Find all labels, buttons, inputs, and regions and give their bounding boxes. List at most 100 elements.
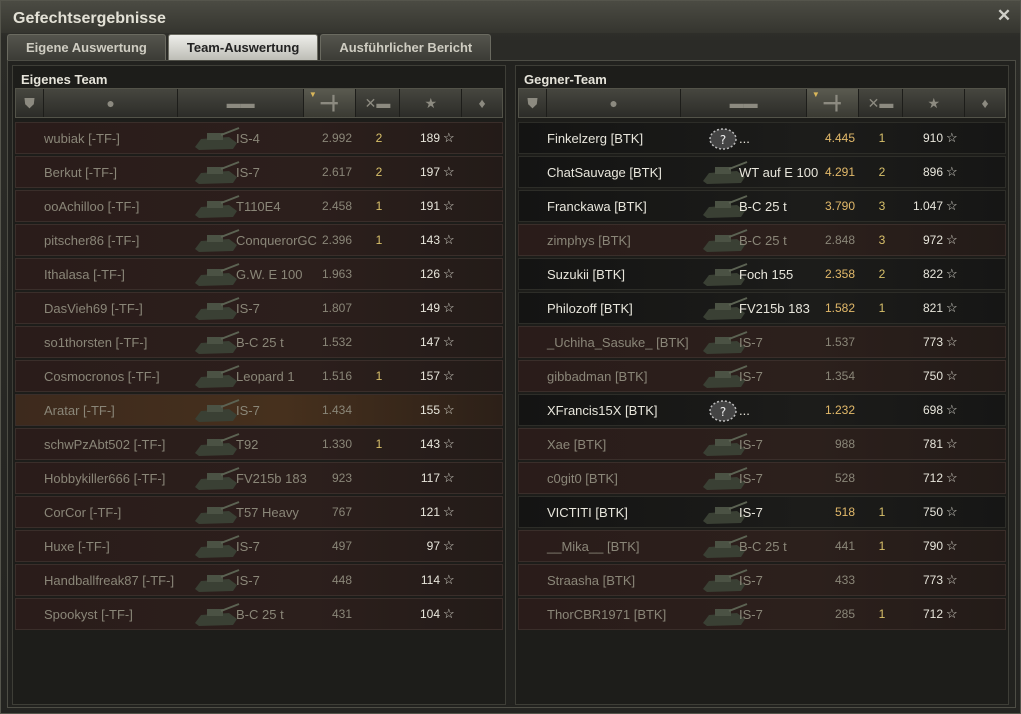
tab-own-evaluation[interactable]: Eigene Auswertung xyxy=(7,34,166,60)
title-bar: Gefechtsergebnisse ✕ xyxy=(1,1,1020,33)
score-column-header[interactable]: ★ xyxy=(903,89,966,117)
player-silhouette-icon: ● xyxy=(609,95,618,111)
damage-value: 1.582 xyxy=(824,301,855,315)
player-name: CorCor [-TF-] xyxy=(44,505,122,520)
score-value: 121 xyxy=(419,505,440,519)
star-icon: ☆ xyxy=(946,334,958,349)
table-row[interactable]: zimphys [BTK] B-C 25 t 2.848 3 972 ☆ xyxy=(518,224,1006,256)
table-row[interactable]: Suzukii [BTK] Foch 155 2.358 2 822 ☆ xyxy=(518,258,1006,290)
score-value: 143 xyxy=(419,233,440,247)
damage-column-header[interactable]: ▼ ━╋ xyxy=(806,89,859,117)
player-column-header[interactable]: ● xyxy=(44,89,179,117)
player-column-header[interactable]: ● xyxy=(547,89,682,117)
tank-icon xyxy=(191,499,241,526)
table-row[interactable]: Franckawa [BTK] B-C 25 t 3.790 3 1.047 ☆ xyxy=(518,190,1006,222)
score-value: 97 xyxy=(426,539,440,553)
tank-icon xyxy=(191,465,241,492)
table-row[interactable]: Xae [BTK] IS-7 988 781 ☆ xyxy=(518,428,1006,460)
table-row[interactable]: Berkut [-TF-] IS-7 2.617 2 197 ☆ xyxy=(15,156,503,188)
star-icon: ☆ xyxy=(946,572,958,587)
table-row[interactable]: XFrancis15X [BTK]?... 1.232 698 ☆ xyxy=(518,394,1006,426)
table-row[interactable]: c0git0 [BTK] IS-7 528 712 ☆ xyxy=(518,462,1006,494)
own-team-rows: wubiak [-TF-] IS-4 2.992 2 189 ☆ Berkut [-TF-]… xyxy=(15,122,503,632)
star-icon: ☆ xyxy=(946,504,958,519)
tank-name: IS-7 xyxy=(739,505,763,520)
medal-column-header[interactable]: ♦ xyxy=(462,89,502,117)
star-icon: ☆ xyxy=(443,130,455,145)
player-name: c0git0 [BTK] xyxy=(547,471,618,486)
tab-team-evaluation[interactable]: Team-Auswertung xyxy=(167,34,319,60)
squad-shield-icon: ⛊ xyxy=(24,94,35,111)
player-name: Berkut [-TF-] xyxy=(44,165,117,180)
star-icon: ☆ xyxy=(443,334,455,349)
tank-name: B-C 25 t xyxy=(739,199,787,214)
tank-icon xyxy=(191,295,241,322)
tank-icon xyxy=(191,159,241,186)
score-value: 773 xyxy=(922,573,943,587)
player-name: ThorCBR1971 [BTK] xyxy=(547,607,667,622)
player-name: DasVieh69 [-TF-] xyxy=(44,301,143,316)
damage-value: 1.434 xyxy=(321,403,352,417)
damage-value: 497 xyxy=(331,539,352,553)
table-row[interactable]: pitscher86 [-TF-] ConquerorGC 2.396 1 143 ☆ xyxy=(15,224,503,256)
table-row[interactable]: schwPzAbt502 [-TF-] T92 1.330 1 143 ☆ xyxy=(15,428,503,460)
star-icon: ☆ xyxy=(443,572,455,587)
player-name: Spookyst [-TF-] xyxy=(44,607,133,622)
score-value: 972 xyxy=(922,233,943,247)
damage-column-header[interactable]: ▼ ━╋ xyxy=(303,89,356,117)
kills-column-header[interactable]: ✕▬ xyxy=(859,89,904,117)
damage-value: 2.458 xyxy=(321,199,352,213)
kills-column-header[interactable]: ✕▬ xyxy=(356,89,401,117)
medal-column-header[interactable]: ♦ xyxy=(965,89,1005,117)
table-row[interactable]: Aratar [-TF-] IS-7 1.434 155 ☆ xyxy=(15,394,503,426)
kills-value: 3 xyxy=(878,233,886,247)
table-row[interactable]: Cosmocronos [-TF-] Leopard 1 1.516 1 157 ☆ xyxy=(15,360,503,392)
damage-value: 1.516 xyxy=(321,369,352,383)
squad-column-header[interactable]: ⛊ xyxy=(519,89,547,117)
medal-icon: ♦ xyxy=(981,95,989,111)
table-row[interactable]: ThorCBR1971 [BTK] IS-7 285 1 712 ☆ xyxy=(518,598,1006,630)
player-name: ooAchilloo [-TF-] xyxy=(44,199,140,214)
score-value: 114 xyxy=(420,573,440,587)
table-row[interactable]: _Uchiha_Sasuke_ [BTK] IS-7 1.537 773 ☆ xyxy=(518,326,1006,358)
tank-name: B-C 25 t xyxy=(236,607,284,622)
table-row[interactable]: Philozoff [BTK] FV215b 183 1.582 1 821 ☆ xyxy=(518,292,1006,324)
star-icon: ☆ xyxy=(946,436,958,451)
tank-column-header[interactable]: ▬▬ xyxy=(681,89,807,117)
table-row[interactable]: Spookyst [-TF-] B-C 25 t 431 104 ☆ xyxy=(15,598,503,630)
tank-name: IS-7 xyxy=(739,335,763,350)
table-row[interactable]: Huxe [-TF-] IS-7 497 97 ☆ xyxy=(15,530,503,562)
table-row[interactable]: Ithalasa [-TF-] G.W. E 100 1.963 126 ☆ xyxy=(15,258,503,290)
score-column-header[interactable]: ★ xyxy=(400,89,463,117)
table-row[interactable]: ooAchilloo [-TF-] T110E4 2.458 1 191 ☆ xyxy=(15,190,503,222)
damage-value: 1.532 xyxy=(321,335,352,349)
table-row[interactable]: gibbadman [BTK] IS-7 1.354 750 ☆ xyxy=(518,360,1006,392)
player-name: so1thorsten [-TF-] xyxy=(44,335,148,350)
player-name: Philozoff [BTK] xyxy=(547,301,633,316)
tab-detailed-report[interactable]: Ausführlicher Bericht xyxy=(320,34,492,60)
results-content: Eigenes Team ⛊ ● ▬▬ ▼ ━╋ ✕▬ ★ ♦ wubiak [-… xyxy=(7,60,1016,708)
table-row[interactable]: ChatSauvage [BTK] WT auf E 100 4.291 2 896 ☆ xyxy=(518,156,1006,188)
tank-column-header[interactable]: ▬▬ xyxy=(178,89,304,117)
table-row[interactable]: Handballfreak87 [-TF-] IS-7 448 114 ☆ xyxy=(15,564,503,596)
tank-name: IS-7 xyxy=(739,369,763,384)
score-value: 712 xyxy=(922,607,943,621)
score-value: 750 xyxy=(922,505,943,519)
tab-bar: Eigene Auswertung Team-Auswertung Ausfüh… xyxy=(7,34,492,60)
table-row[interactable]: wubiak [-TF-] IS-4 2.992 2 189 ☆ xyxy=(15,122,503,154)
destroyed-tank-icon: ✕▬ xyxy=(867,94,894,111)
sort-desc-icon: ▼ xyxy=(308,90,317,99)
squad-column-header[interactable]: ⛊ xyxy=(16,89,44,117)
table-row[interactable]: so1thorsten [-TF-] B-C 25 t 1.532 147 ☆ xyxy=(15,326,503,358)
table-row[interactable]: Finkelzerg [BTK]?... 4.445 1 910 ☆ xyxy=(518,122,1006,154)
table-row[interactable]: __Mika__ [BTK] B-C 25 t 441 1 790 ☆ xyxy=(518,530,1006,562)
table-row[interactable]: CorCor [-TF-] T57 Heavy 767 121 ☆ xyxy=(15,496,503,528)
table-row[interactable]: Straasha [BTK] IS-7 433 773 ☆ xyxy=(518,564,1006,596)
player-name: Finkelzerg [BTK] xyxy=(547,131,644,146)
table-row[interactable]: Hobbykiller666 [-TF-] FV215b 183 923 117 ☆ xyxy=(15,462,503,494)
kills-value: 2 xyxy=(375,165,383,179)
table-row[interactable]: DasVieh69 [-TF-] IS-7 1.807 149 ☆ xyxy=(15,292,503,324)
tank-name: FV215b 183 xyxy=(236,471,307,486)
table-row[interactable]: VICTITI [BTK] IS-7 518 1 750 ☆ xyxy=(518,496,1006,528)
close-icon[interactable]: ✕ xyxy=(995,7,1013,25)
